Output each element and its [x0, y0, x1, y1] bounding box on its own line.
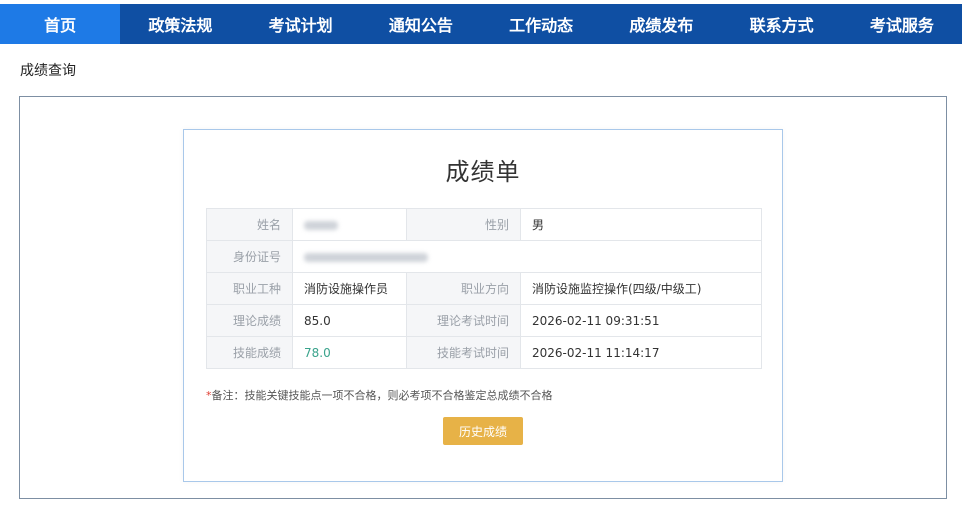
nav-item-notices[interactable]: 通知公告 [361, 4, 481, 44]
table-row: 姓名 性别 男 [206, 208, 762, 241]
theory-time-value: 2026-02-11 09:31:51 [520, 304, 762, 337]
id-value [292, 240, 762, 273]
theory-score-label: 理论成绩 [206, 304, 293, 337]
history-scores-button[interactable]: 历史成绩 [443, 417, 523, 445]
theory-time-label: 理论考试时间 [406, 304, 521, 337]
table-row: 职业工种 消防设施操作员 职业方向 消防设施监控操作(四级/中级工) [206, 272, 762, 305]
table-row: 身份证号 [206, 240, 762, 273]
nav-item-news[interactable]: 工作动态 [481, 4, 601, 44]
page: 首页 政策法规 考试计划 通知公告 工作动态 成绩发布 联系方式 考试服务 成绩… [0, 0, 962, 516]
occupation-value: 消防设施操作员 [292, 272, 407, 305]
nav-item-exam-service[interactable]: 考试服务 [842, 4, 962, 44]
score-card-title: 成绩单 [445, 158, 521, 186]
skill-time-value: 2026-02-11 11:14:17 [520, 336, 762, 369]
direction-value: 消防设施监控操作(四级/中级工) [520, 272, 762, 305]
theory-score-value: 85.0 [292, 304, 407, 337]
table-row: 技能成绩 78.0 技能考试时间 2026-02-11 11:14:17 [206, 336, 762, 369]
top-nav: 首页 政策法规 考试计划 通知公告 工作动态 成绩发布 联系方式 考试服务 [0, 4, 962, 44]
gender-label: 性别 [406, 208, 521, 241]
id-label: 身份证号 [206, 240, 293, 273]
skill-score-label: 技能成绩 [206, 336, 293, 369]
name-label: 姓名 [206, 208, 293, 241]
score-card: 成绩单 姓名 性别 男 身份证号 职业工种 消防设施操作员 职业方向 消防设施监… [183, 129, 783, 482]
nav-item-exam-plan[interactable]: 考试计划 [241, 4, 361, 44]
nav-item-policy[interactable]: 政策法规 [120, 4, 240, 44]
name-value [292, 208, 407, 241]
table-row: 理论成绩 85.0 理论考试时间 2026-02-11 09:31:51 [206, 304, 762, 337]
skill-time-label: 技能考试时间 [406, 336, 521, 369]
redacted-id [304, 252, 428, 262]
score-note: *备注：技能关键技能点一项不合格，则必考项不合格鉴定总成绩不合格 [206, 387, 553, 403]
nav-item-results[interactable]: 成绩发布 [601, 4, 721, 44]
direction-label: 职业方向 [406, 272, 521, 305]
score-table: 姓名 性别 男 身份证号 职业工种 消防设施操作员 职业方向 消防设施监控操作(… [206, 208, 762, 369]
occupation-label: 职业工种 [206, 272, 293, 305]
skill-score-value[interactable]: 78.0 [292, 336, 407, 369]
gender-value: 男 [520, 208, 762, 241]
note-text: 备注：技能关键技能点一项不合格，则必考项不合格鉴定总成绩不合格 [211, 389, 553, 402]
page-title: 成绩查询 [20, 63, 76, 79]
nav-item-contact[interactable]: 联系方式 [722, 4, 842, 44]
redacted-name [304, 220, 338, 230]
nav-item-home[interactable]: 首页 [0, 4, 121, 44]
